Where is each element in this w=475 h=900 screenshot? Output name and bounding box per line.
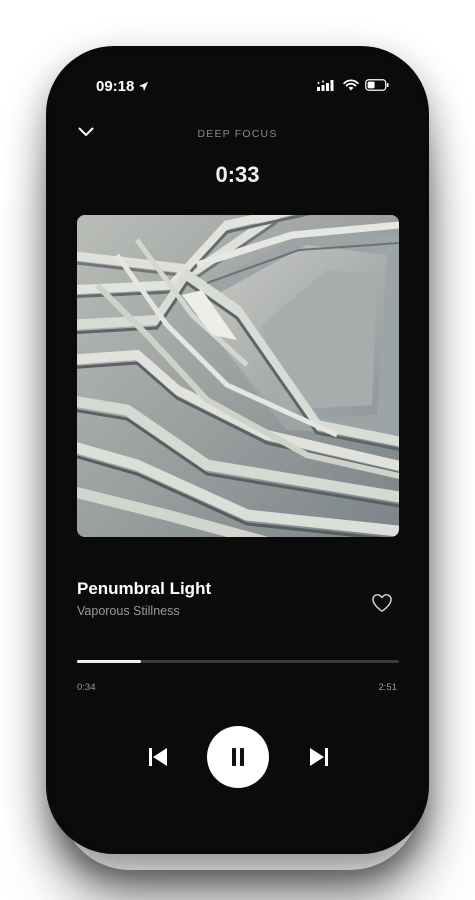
heart-outline-icon [372, 594, 392, 612]
stage: 09:18 DEEP FOCUS 0:33 Penumbral Light Va… [0, 0, 475, 900]
track-title: Penumbral Light [77, 579, 212, 598]
pause-button[interactable] [207, 726, 269, 788]
next-button[interactable] [307, 745, 331, 769]
progress-fill [77, 660, 142, 663]
wifi-icon [343, 79, 359, 91]
skip-previous-icon [149, 748, 167, 766]
previous-button[interactable] [146, 745, 170, 769]
status-bar-time: 09:18 [96, 78, 149, 95]
track-artist[interactable]: Vaporous Stillness [77, 604, 180, 618]
skip-next-icon [310, 748, 328, 766]
total-time: 2:51 [378, 682, 398, 693]
signal-icon [317, 79, 334, 91]
status-bar-indicators [317, 79, 389, 91]
location-arrow-icon [139, 81, 149, 92]
elapsed-time: 0:34 [77, 682, 96, 693]
phone-frame: 09:18 DEEP FOCUS 0:33 Penumbral Light Va… [46, 46, 429, 854]
artwork-image [77, 215, 399, 537]
album-artwork [77, 215, 399, 537]
pause-icon [232, 748, 244, 766]
status-time-label: 09:18 [96, 78, 135, 95]
session-timer: 0:33 [215, 162, 260, 187]
playlist-title: DEEP FOCUS [197, 128, 278, 140]
player-screen: 09:18 DEEP FOCUS 0:33 Penumbral Light Va… [52, 52, 423, 848]
like-button[interactable] [371, 593, 393, 613]
battery-icon [365, 79, 389, 91]
progress-bar[interactable] [77, 660, 399, 663]
